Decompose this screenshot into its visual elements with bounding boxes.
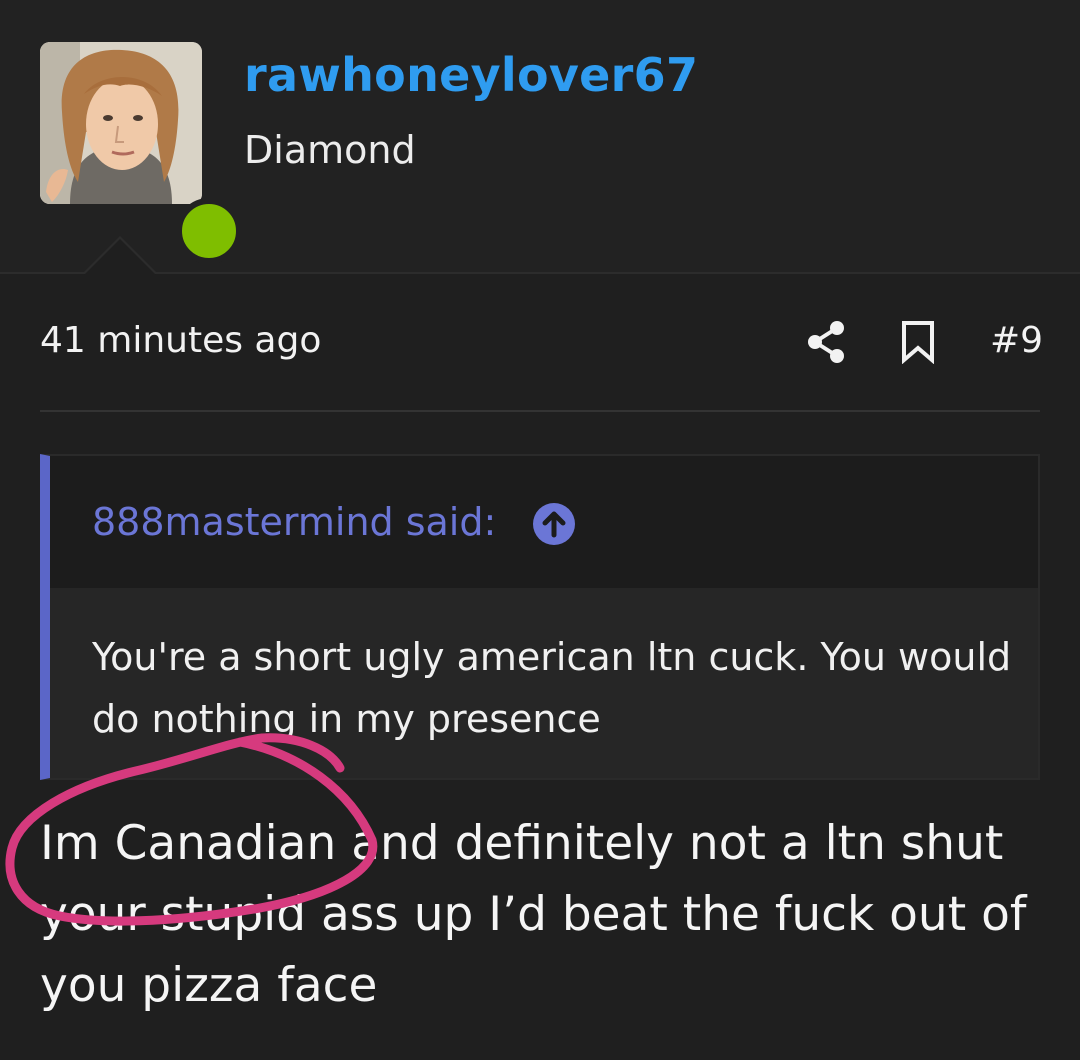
header-pointer (82, 236, 158, 275)
post-header: rawhoneylover67 Diamond (0, 0, 1080, 274)
avatar[interactable] (40, 42, 202, 204)
bookmark-icon[interactable] (900, 320, 936, 364)
quote-block: 888mastermind said: You're a short ugly … (40, 454, 1040, 780)
post-number-link[interactable]: #9 (990, 320, 1043, 361)
quote-author-link[interactable]: 888mastermind said: (92, 500, 496, 544)
quote-header: 888mastermind said: (50, 456, 1038, 588)
post-reply-text: Im Canadian and definitely not a ltn shu… (40, 816, 1027, 1013)
share-icon[interactable] (806, 320, 846, 364)
post-timestamp[interactable]: 41 minutes ago (40, 320, 321, 361)
meta-divider (40, 410, 1040, 412)
quote-text: You're a short ugly american ltn cuck. Y… (92, 635, 1012, 741)
post-meta-row: 41 minutes ago #9 (40, 316, 1043, 372)
avatar-image (40, 42, 202, 204)
user-rank: Diamond (244, 128, 416, 172)
arrow-up-circle-icon[interactable] (532, 502, 576, 546)
avatar-container[interactable] (40, 42, 242, 264)
quote-body: You're a short ugly american ltn cuck. Y… (50, 588, 1038, 778)
online-status-indicator (176, 198, 242, 264)
username-link[interactable]: rawhoneylover67 (244, 48, 698, 102)
